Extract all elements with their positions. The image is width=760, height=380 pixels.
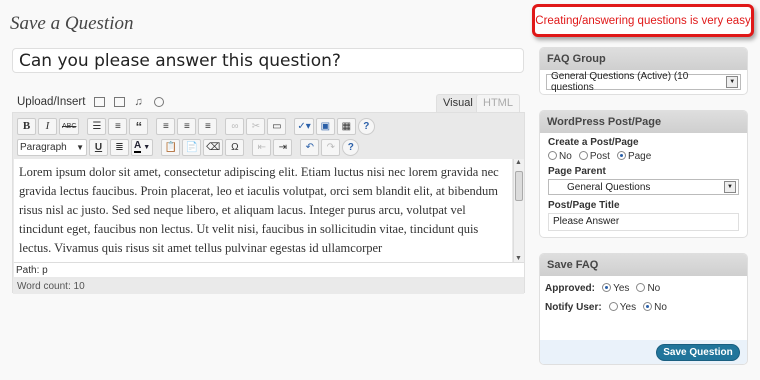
upload-insert-label: Upload/Insert (17, 96, 86, 108)
text-color-label: A (134, 140, 142, 153)
notify-no-radio[interactable] (643, 302, 653, 311)
undo-button[interactable]: ↶ (300, 138, 320, 156)
word-count: Word count: 10 (13, 279, 524, 294)
approved-yes-radio[interactable] (602, 283, 612, 292)
paste-word-button[interactable]: 📄 (182, 138, 202, 156)
align-left-button[interactable]: ≡ (156, 117, 176, 135)
radio-no-label: No (559, 151, 572, 162)
add-audio-icon[interactable]: ♫ (134, 97, 145, 108)
notify-no-label: No (654, 302, 667, 313)
paste-text-button[interactable]: 📋 (161, 138, 181, 156)
radio-page[interactable] (616, 151, 626, 160)
save-faq-box: Save FAQ Approved: Yes No Notify User: Y… (539, 253, 748, 365)
scroll-up-icon[interactable]: ▲ (515, 159, 522, 166)
notify-yes-radio[interactable] (608, 302, 618, 311)
radio-no[interactable] (548, 151, 557, 160)
faq-group-select[interactable]: General Questions (Active) (10 questions… (546, 71, 741, 93)
wp-post-box: WordPress Post/Page Create a Post/Page N… (539, 110, 748, 238)
format-select[interactable]: Paragraph ▼ (17, 138, 87, 156)
add-video-icon[interactable] (114, 97, 126, 107)
scroll-thumb[interactable] (515, 171, 523, 201)
approved-no-label: No (647, 283, 661, 294)
radio-page-label: Page (627, 151, 652, 162)
underline-button[interactable]: U (89, 138, 108, 156)
bold-button[interactable]: B (17, 117, 36, 135)
faq-group-value: General Questions (Active) (10 questions (551, 71, 689, 93)
add-media-icon[interactable] (154, 97, 165, 107)
page-title: Save a Question (10, 13, 134, 34)
question-title-input[interactable]: Can you please answer this question? (12, 48, 524, 73)
blockquote-button[interactable]: “ (129, 117, 149, 135)
notify-row: Notify User: Yes No (545, 301, 742, 313)
indent-button[interactable]: ⇥ (273, 138, 293, 156)
upload-insert-bar: Upload/Insert ♫ (17, 96, 165, 108)
justify-button[interactable]: ≣ (110, 138, 129, 156)
kitchen-sink-button[interactable]: ▦ (336, 117, 356, 135)
text-color-button[interactable]: A ▼ (131, 138, 154, 156)
scroll-down-icon[interactable]: ▼ (515, 255, 522, 262)
tab-html[interactable]: HTML (476, 94, 520, 112)
page-parent-value: General Questions (567, 181, 651, 193)
create-post-label: Create a Post/Page (548, 137, 639, 148)
help-icon[interactable]: ? (357, 117, 375, 135)
format-select-value: Paragraph (20, 141, 67, 153)
editor-path: Path: p (14, 262, 524, 277)
chevron-down-icon: ▼ (143, 143, 151, 151)
toolbar-row-1: B I ABC ☰ ≡ “ ≡ ≡ ≡ ∞ ✂ ▭ ✓▾ ▣ ▦ ? (17, 117, 375, 135)
create-post-options: No Post Page (548, 150, 739, 162)
page-parent-select[interactable]: General Questions ▼ (548, 179, 739, 195)
redo-button[interactable]: ↷ (321, 138, 341, 156)
approved-row: Approved: Yes No (545, 282, 742, 294)
radio-post-label: Post (589, 151, 610, 162)
callout-note: Creating/answering questions is very eas… (532, 4, 754, 37)
approved-no-radio[interactable] (636, 283, 646, 292)
spellcheck-button[interactable]: ✓▾ (294, 117, 314, 135)
add-image-icon[interactable] (94, 97, 106, 107)
faq-group-box: FAQ Group General Questions (Active) (10… (539, 47, 748, 95)
editor-content[interactable]: Lorem ipsum dolor sit amet, consectetur … (14, 159, 512, 262)
notify-yes-label: Yes (619, 302, 637, 313)
toolbar-row-2: Paragraph ▼ U ≣ A ▼ 📋 📄 ⌫ Ω ⇤ ⇥ ↶ ↷ ? (17, 138, 360, 156)
numbered-list-button[interactable]: ≡ (108, 117, 128, 135)
chevron-down-icon: ▼ (76, 142, 84, 152)
radio-post[interactable] (578, 151, 588, 160)
align-center-button[interactable]: ≡ (177, 117, 197, 135)
faq-group-heading: FAQ Group (540, 48, 747, 70)
remove-format-button[interactable]: ⌫ (203, 138, 224, 156)
wp-post-heading: WordPress Post/Page (540, 111, 747, 133)
special-char-button[interactable]: Ω (225, 138, 245, 156)
italic-button[interactable]: I (38, 117, 57, 135)
link-button[interactable]: ∞ (225, 117, 245, 135)
post-title-input[interactable]: Please Answer (548, 213, 739, 231)
rich-text-editor: B I ABC ☰ ≡ “ ≡ ≡ ≡ ∞ ✂ ▭ ✓▾ ▣ ▦ ? Parag… (12, 112, 525, 294)
notify-label: Notify User: (545, 302, 602, 313)
approved-label: Approved: (545, 283, 595, 294)
editor-scrollbar[interactable]: ▲ ▼ (513, 159, 524, 262)
tab-visual[interactable]: Visual (436, 94, 480, 112)
chevron-down-icon: ▼ (726, 76, 738, 88)
post-title-label: Post/Page Title (548, 200, 620, 211)
unlink-button[interactable]: ✂ (246, 117, 266, 135)
help-icon[interactable]: ? (342, 138, 360, 156)
align-right-button[interactable]: ≡ (198, 117, 218, 135)
save-faq-heading: Save FAQ (540, 254, 747, 276)
more-tag-button[interactable]: ▭ (267, 117, 287, 135)
page-parent-label: Page Parent (548, 166, 606, 177)
chevron-down-icon: ▼ (724, 181, 736, 193)
approved-yes-label: Yes (613, 283, 630, 294)
fullscreen-button[interactable]: ▣ (315, 117, 335, 135)
strikethrough-button[interactable]: ABC (59, 117, 80, 135)
bullet-list-button[interactable]: ☰ (87, 117, 107, 135)
save-question-button[interactable]: Save Question (656, 344, 740, 361)
outdent-button[interactable]: ⇤ (252, 138, 272, 156)
